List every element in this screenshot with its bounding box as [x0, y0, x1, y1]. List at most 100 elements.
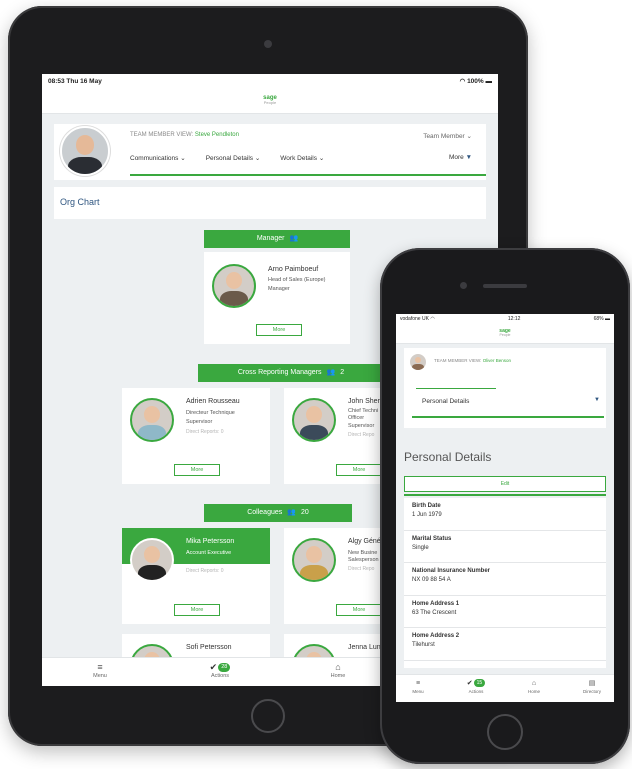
- section-select[interactable]: Personal Details ▼: [412, 388, 604, 418]
- hamburger-icon: ≡: [415, 680, 421, 687]
- team-member-name[interactable]: Steve Pendleton: [195, 132, 239, 138]
- cross-managers-count: 2: [340, 369, 345, 376]
- person-title: Directeur Technique: [186, 410, 235, 416]
- person-title: New Busine: [348, 550, 378, 556]
- phone-status-bar: vodafone UK ◠ 12:12 68% ▬: [396, 314, 614, 324]
- bottom-nav-home[interactable]: ⌂ Home: [514, 679, 554, 694]
- field-label: Birth Date: [412, 503, 441, 509]
- nav-more[interactable]: More ▼: [449, 154, 472, 168]
- colleagues-header: Colleagues 👥 20: [204, 504, 352, 522]
- field-value: NX 09 88 54 A: [412, 577, 451, 583]
- person-title: Head of Sales (Europe): [268, 277, 326, 283]
- phone-device: vodafone UK ◠ 12:12 68% ▬ sage People TE…: [380, 248, 630, 764]
- more-button[interactable]: More: [174, 464, 220, 476]
- nav-work-details[interactable]: Work Details ⌄: [280, 154, 324, 168]
- status-time: 08:53 Thu 16 May: [48, 77, 102, 85]
- bottom-nav-menu[interactable]: ≡ Menu: [398, 679, 438, 694]
- field-label: National Insurance Number: [412, 568, 491, 574]
- detail-field: Home Address 2 Tilehurst: [404, 628, 606, 661]
- page-title: Personal Details: [404, 450, 492, 464]
- tab-underline: [412, 416, 604, 418]
- battery-icon: ▬: [604, 316, 610, 322]
- wifi-icon: ◠: [459, 78, 468, 85]
- tablet-camera: [264, 40, 272, 48]
- person-name: Jenna Lun: [348, 644, 381, 651]
- nav-underline: [130, 174, 486, 176]
- check-icon: ✔: [466, 680, 473, 687]
- bottom-nav-menu[interactable]: ≡ Menu: [70, 662, 130, 679]
- person-title: Officer: [348, 415, 365, 421]
- field-label: Home Address 1: [412, 600, 460, 607]
- avatar[interactable]: [60, 126, 110, 176]
- more-button[interactable]: More: [336, 464, 382, 476]
- avatar: [130, 398, 174, 442]
- field-value: Single: [412, 544, 429, 551]
- section-divider: [404, 494, 606, 496]
- edit-button[interactable]: Edit: [404, 476, 606, 492]
- home-icon: ⌂: [531, 680, 537, 687]
- home-icon: ⌂: [335, 662, 341, 672]
- avatar: [292, 398, 336, 442]
- detail-field: Marital Status Single: [404, 531, 606, 563]
- team-member-view: TEAM MEMBER VIEW: Steve Pendleton: [130, 132, 239, 138]
- person-title: Chief Techni: [348, 408, 379, 414]
- brand-product: People: [263, 100, 277, 105]
- bottom-nav-home[interactable]: ⌂ Home: [308, 662, 368, 679]
- profile-header: TEAM MEMBER VIEW: Steve Pendleton Team M…: [54, 124, 486, 180]
- field-value: 63 The Crescent: [412, 609, 457, 616]
- team-member-name[interactable]: Oliver Benson: [483, 358, 511, 363]
- avatar: [212, 264, 256, 308]
- bottom-nav-actions[interactable]: ✔ 28 Actions: [190, 662, 250, 679]
- detail-field: Birth Date 1 Jun 1979: [404, 498, 606, 531]
- person-name: Arno Paimboeuf: [268, 266, 319, 273]
- colleagues-count: 20: [300, 509, 309, 516]
- field-label: Home Address 2: [412, 633, 460, 639]
- detail-field: Home Address 1 63 The Crescent: [404, 596, 606, 628]
- check-icon: ✔: [209, 662, 218, 672]
- direct-reports: Direct Reports: 0: [186, 429, 224, 435]
- person-name: Adrien Rousseau: [186, 398, 240, 405]
- avatar[interactable]: [410, 354, 426, 370]
- chevron-down-icon: ⌄: [180, 155, 186, 162]
- phone-bottom-nav: ≡ Menu ✔ 15 Actions ⌂ Home ▤ Directory: [396, 674, 614, 702]
- phone-screen: vodafone UK ◠ 12:12 68% ▬ sage People TE…: [396, 314, 614, 702]
- person-card: Adrien Rousseau Directeur Technique Supe…: [122, 388, 270, 484]
- role-select[interactable]: Team Member ⌄: [423, 132, 472, 140]
- person-relation: Supervisor: [348, 423, 375, 429]
- nav-communications[interactable]: Communications ⌄: [130, 154, 186, 168]
- direct-reports: Direct Reports: 0: [186, 568, 224, 574]
- caret-down-icon: ▼: [465, 154, 472, 161]
- person-name: Sofi Petersson: [186, 644, 232, 651]
- profile-nav: Communications ⌄ Personal Details ⌄ Work…: [130, 154, 472, 168]
- person-card-highlighted: Mika Petersson Account Executive Direct …: [122, 528, 270, 624]
- caret-down-icon: ▼: [594, 397, 600, 403]
- team-member-view: TEAM MEMBER VIEW: Oliver Benson: [434, 358, 511, 363]
- hamburger-icon: ≡: [97, 662, 103, 672]
- avatar: [292, 538, 336, 582]
- person-relation: Supervisor: [186, 419, 213, 425]
- person-relation: Manager: [268, 286, 290, 292]
- tab-top-line: [416, 388, 496, 389]
- manager-header: Manager 👥: [204, 230, 350, 248]
- bottom-nav-directory[interactable]: ▤ Directory: [572, 679, 612, 694]
- details-list: Birth Date 1 Jun 1979 Marital Status Sin…: [404, 498, 606, 668]
- more-button[interactable]: More: [174, 604, 220, 616]
- status-battery: 68% ▬: [593, 316, 610, 322]
- bottom-nav-actions[interactable]: ✔ 15 Actions: [456, 679, 496, 694]
- cross-managers-header: Cross Reporting Managers 👥 2: [198, 364, 384, 382]
- book-icon: ▤: [588, 680, 596, 687]
- more-button[interactable]: More: [256, 324, 302, 336]
- field-label: Marital Status: [412, 535, 452, 542]
- profile-header: TEAM MEMBER VIEW: Oliver Benson Personal…: [404, 348, 606, 428]
- nav-personal-details[interactable]: Personal Details ⌄: [206, 154, 261, 168]
- status-time: 12:12: [507, 316, 521, 322]
- actions-badge: 15: [473, 679, 486, 688]
- section-select-label: Personal Details: [422, 398, 470, 405]
- more-button[interactable]: More: [336, 604, 382, 616]
- people-icon: 👥: [326, 369, 336, 376]
- direct-reports: Direct Repo: [348, 566, 375, 572]
- wifi-icon: ◠: [430, 316, 435, 322]
- person-name: Mika Petersson: [186, 538, 235, 545]
- app-brand: sage People: [42, 88, 498, 114]
- person-title: Salesperson: [348, 557, 379, 563]
